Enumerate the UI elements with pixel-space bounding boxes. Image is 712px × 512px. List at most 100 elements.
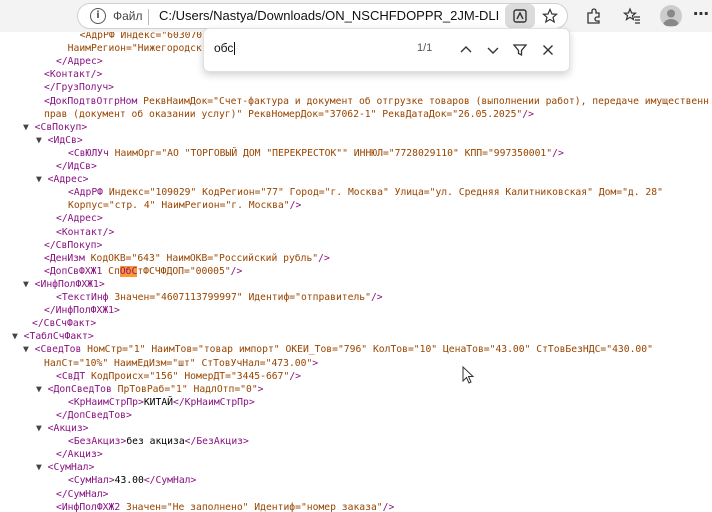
find-bar: обс 1/1 [203,28,570,72]
profile-avatar[interactable] [660,5,682,27]
xml-line: <ИнфПолФХЖ2 Значен="Не заполнено" Иденти… [56,501,394,512]
xml-token: Сп [108,265,120,277]
scheme-label: Файл [113,9,143,23]
xml-token: <СумНал> [47,462,95,474]
find-next-button[interactable] [483,40,503,60]
xml-line: <ДокПодтвОтгрНом РеквНаимДок="Счет-факту… [44,95,709,109]
collapse-toggle-icon[interactable]: ▼ [36,462,48,473]
xml-line: <ДенИзм КодОКВ="643" НаимОКВ="Российский… [44,252,330,266]
xml-token: <СведТов [34,344,88,356]
xml-token: Значен="4607113799997" Идентиф="отправит… [114,292,371,303]
xml-token: <ДокПодтвОтгрНом [44,95,144,107]
xml-line: ▼ <ТаблСчФакт> [12,330,94,344]
find-previous-button[interactable] [456,40,476,60]
xml-token: <ТекстИнф [56,292,115,303]
address-bar[interactable]: i Файл C:/Users/Nastya/Downloads/ON_NSCH… [77,3,568,29]
more-menu-icon[interactable]: ⋯ [693,4,710,23]
xml-token: /> [370,292,383,303]
favorites-button[interactable] [620,4,646,28]
xml-token: </ДопСведТов> [56,409,132,421]
xml-token: <ДенИзм [44,252,91,264]
read-aloud-button[interactable] [505,4,535,28]
xml-line: </ИдСв> [56,160,97,174]
collapse-toggle-icon[interactable]: ▼ [23,122,35,133]
xml-token: /> [318,252,330,264]
xml-token: Индекс="109029" КодРегион="77" Город="г.… [108,187,663,199]
xml-token: </ИнфПолФХЖ1> [44,305,120,317]
xml-token: </СумНал> [56,488,109,500]
collapse-toggle-icon[interactable]: ▼ [36,135,48,146]
xml-token: /> [382,501,395,512]
xml-token: </СумНал> [143,475,197,487]
collapse-toggle-icon[interactable]: ▼ [36,384,48,395]
xml-token: <АдрРФ Индекс="603070" [68,32,208,41]
xml-line: <БезАкциз>без акциза</БезАкциз> [68,435,249,449]
xml-token: /> [230,265,243,277]
find-filter-button[interactable] [510,40,530,60]
xml-token: <ИдСв> [47,134,83,146]
xml-line: ▼ <ИнфПолФХЖ1> [23,278,105,292]
filter-icon [512,44,528,57]
xml-line: <КрНаимСтрПр>КИТАЙ</КрНаимСтрПр> [68,396,255,410]
extensions-button[interactable] [582,4,608,28]
xml-token: ПрТовРаб="1" НадлОтп="0" [117,383,258,395]
find-close-button[interactable] [538,40,558,60]
xml-line: <СвДТ КодПроисх="156" НомерДТ="3445-667"… [56,370,301,384]
chevron-down-icon [487,47,499,54]
xml-token: <АдрРФ [68,187,109,199]
find-match-count: 1/1 [417,42,433,54]
xml-token: /> [552,147,564,159]
xml-token: /> [289,370,301,382]
xml-line: ▼ <ИдСв> [36,134,83,148]
collapse-toggle-icon[interactable]: ▼ [36,423,48,434]
xml-line: </Адрес> [56,212,103,226]
xml-token: РеквНаимДок="Счет-фактура и документ об … [143,95,709,107]
xml-token: Значен="Не заполнено" Идентиф="номер_зак… [126,501,383,512]
xml-line: <СвЮЛУч НаимОрг="АО "ТОРГОВЫЙ ДОМ "ПЕРЕК… [68,147,564,161]
xml-token: > [312,357,319,369]
mouse-cursor-icon [462,366,474,384]
xml-token: без акциза [126,436,185,448]
collapse-toggle-icon[interactable]: ▼ [23,344,35,355]
xml-token: тФСЧФДОП="00005" [137,265,231,277]
close-icon [543,45,553,55]
xml-token: > [257,383,264,395]
xml-token: <КрНаимСтрПр> [68,396,144,408]
xml-line: ▼ <Акциз> [36,422,89,436]
xml-line: Корпус="стр. 4" НаимРегион="г. Москва"/> [68,199,301,213]
xml-token: Корпус="стр. 4" НаимРегион="г. Москва" [68,200,290,212]
xml-line: ▼ <ДопСведТов ПрТовРаб="1" НадлОтп="0"> [36,383,264,397]
favorite-button[interactable] [535,4,565,28]
xml-token: <ИнфПолФХЖ1> [34,278,105,290]
xml-token: </Адрес> [56,56,103,68]
collapse-toggle-icon[interactable]: ▼ [23,279,35,290]
url-text[interactable]: C:/Users/Nastya/Downloads/ON_NSCHFDOPPR_… [159,8,499,23]
xml-token: </ГрузПолуч> [44,82,114,94]
xml-line: </ИнфПолФХЖ1> [44,304,120,318]
xml-line: <Контакт/> [44,68,102,82]
xml-token: <СвПокуп> [34,121,88,133]
xml-token: <ТаблСчФакт> [23,331,94,343]
xml-document: <АдрРФ Индекс="603070" Дом="10" Корпус="… [0,32,712,512]
collapse-toggle-icon[interactable]: ▼ [12,331,24,342]
xml-line: ▼ <СумНал> [36,461,94,475]
collapse-toggle-icon[interactable]: ▼ [36,174,48,185]
xml-token: </Адрес> [56,213,103,225]
info-icon[interactable]: i [90,8,106,24]
xml-token: НалСт="10%" НаимЕдИзм="шт" СтТовУчНал="4… [44,357,313,369]
xml-token: <СвЮЛУч [68,147,115,159]
xml-token: </БезАкциз> [184,436,249,448]
xml-token: </КрНаимСтрПр> [173,396,255,408]
xml-token: /> [522,108,534,120]
find-input[interactable]: обс [214,41,236,56]
xml-token: <ДопСведТов [47,383,118,395]
xml-line: ▼ <СвПокуп> [23,121,87,135]
favorites-list-icon [622,7,640,24]
xml-token: НаимРегион="Нижегородск [56,43,202,55]
xml-token: </СвСчФакт> [32,318,97,330]
xml-token: <БезАкциз> [68,436,127,448]
xml-token: КодОКВ="643" НаимОКВ="Российский рубль" [90,252,319,264]
xml-line: <Контакт/> [56,226,114,240]
xml-token: <СвДТ [56,370,91,382]
xml-token: прав (документ об оказании услуг)" РеквН… [44,108,523,120]
